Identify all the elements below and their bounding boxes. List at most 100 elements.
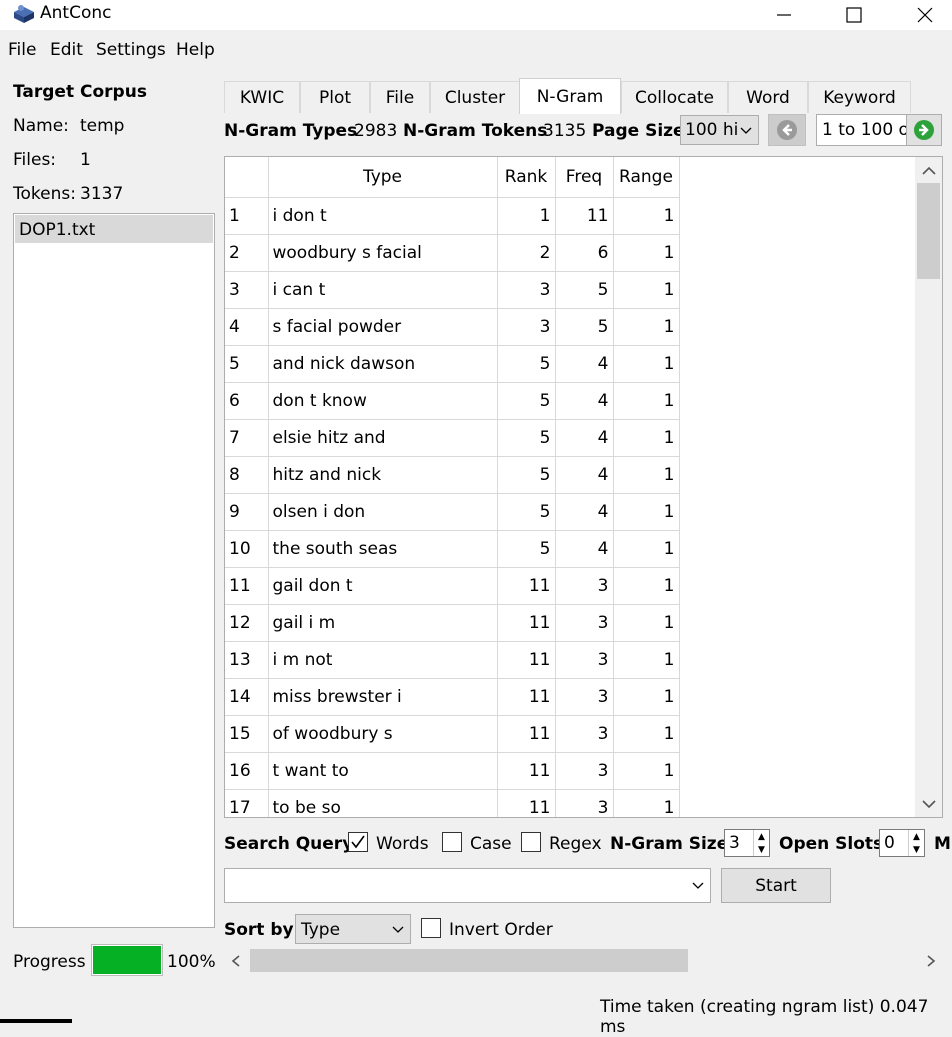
ngram-size-spinner[interactable]: 3 ▲ ▼	[724, 829, 770, 857]
corpus-files-label: Files:	[13, 150, 57, 170]
ngram-rank: 3	[496, 270, 556, 309]
ngram-rank: 5	[496, 529, 556, 568]
spinner-arrows-icon[interactable]: ▲ ▼	[753, 830, 769, 856]
menu-edit[interactable]: Edit	[50, 40, 83, 60]
column-header-range[interactable]: Range	[612, 157, 680, 198]
regex-label: Regex	[549, 834, 602, 854]
tab-keyword[interactable]: Keyword	[808, 81, 911, 113]
row-index: 15	[225, 714, 269, 753]
file-list-item[interactable]: DOP1.txt	[15, 215, 213, 243]
column-header-rank[interactable]: Rank	[496, 157, 556, 198]
chevron-down-icon	[392, 926, 404, 933]
table-row[interactable]: 10 the south seas 5 4 1	[225, 529, 680, 568]
ngram-type: gail don t	[267, 566, 498, 605]
table-row[interactable]: 5 and nick dawson 5 4 1	[225, 344, 680, 383]
table-row[interactable]: 13 i m not 11 3 1	[225, 640, 680, 679]
start-button[interactable]: Start	[721, 868, 831, 903]
tab-plot[interactable]: Plot	[300, 81, 370, 113]
close-button[interactable]	[890, 0, 952, 30]
page-size-select[interactable]: 100 hi	[680, 115, 759, 145]
scroll-down-button[interactable]	[915, 793, 942, 815]
open-slots-label: Open Slots	[779, 834, 884, 854]
page-size-value: 100 hi	[685, 120, 739, 140]
prev-page-button[interactable]	[768, 114, 806, 146]
minimize-button[interactable]	[749, 0, 819, 30]
table-row[interactable]: 11 gail don t 11 3 1	[225, 566, 680, 605]
column-header-freq[interactable]: Freq	[554, 157, 614, 198]
taskbar-edge	[0, 1019, 72, 1023]
tab-word[interactable]: Word	[728, 81, 808, 113]
table-row[interactable]: 15 of woodbury s 11 3 1	[225, 714, 680, 753]
arrow-right-icon	[914, 120, 934, 140]
row-index: 13	[225, 640, 269, 679]
ngram-rank: 5	[496, 455, 556, 494]
ngram-freq: 3	[554, 677, 614, 716]
chevron-right-icon[interactable]	[927, 955, 936, 967]
tab-cluster[interactable]: Cluster	[430, 81, 520, 113]
check-icon	[351, 835, 365, 849]
scroll-up-button[interactable]	[915, 159, 942, 181]
ngram-freq: 4	[554, 381, 614, 420]
corpus-file-list[interactable]: DOP1.txt	[13, 213, 215, 928]
sort-by-select[interactable]: Type	[295, 914, 411, 944]
tab-collocate[interactable]: Collocate	[621, 81, 728, 113]
row-index: 4	[225, 307, 269, 346]
column-header-type[interactable]: Type	[267, 157, 498, 198]
ngram-rank: 5	[496, 492, 556, 531]
table-row[interactable]: 16 t want to 11 3 1	[225, 751, 680, 790]
tab-file[interactable]: File	[370, 81, 430, 113]
ngram-range: 1	[612, 566, 680, 605]
table-row[interactable]: 17 to be so 11 3 1	[225, 788, 680, 817]
page-size-label: Page Size	[592, 121, 685, 141]
regex-checkbox[interactable]	[521, 832, 541, 852]
next-page-button[interactable]	[906, 114, 942, 146]
ngram-range: 1	[612, 270, 680, 309]
words-checkbox[interactable]	[348, 832, 368, 852]
ngram-range: 1	[612, 455, 680, 494]
vertical-scrollbar[interactable]	[915, 157, 942, 817]
table-row[interactable]: 14 miss brewster i 11 3 1	[225, 677, 680, 716]
ngram-range: 1	[612, 788, 680, 817]
menu-settings[interactable]: Settings	[96, 40, 166, 60]
table-row[interactable]: 2 woodbury s facial 2 6 1	[225, 233, 680, 272]
corpus-tokens-label: Tokens:	[13, 184, 76, 204]
horizontal-scroll-thumb[interactable]	[250, 949, 688, 972]
open-slots-spinner[interactable]: 0 ▲ ▼	[879, 829, 925, 857]
table-row[interactable]: 8 hitz and nick 5 4 1	[225, 455, 680, 494]
chevron-left-icon[interactable]	[231, 955, 240, 967]
case-label: Case	[470, 834, 512, 854]
maximize-button[interactable]	[819, 0, 889, 30]
tab-ngram[interactable]: N-Gram	[519, 78, 621, 114]
menu-file[interactable]: File	[8, 40, 36, 60]
spinner-arrows-icon[interactable]: ▲ ▼	[908, 830, 924, 856]
ngram-freq: 4	[554, 455, 614, 494]
table-row[interactable]: 7 elsie hitz and 5 4 1	[225, 418, 680, 457]
ngram-type: gail i m	[267, 603, 498, 642]
menu-help[interactable]: Help	[176, 40, 215, 60]
ngram-freq: 4	[554, 418, 614, 457]
corpus-files-value: 1	[80, 150, 91, 170]
ngram-type: i can t	[267, 270, 498, 309]
ngram-freq: 3	[554, 640, 614, 679]
table-row[interactable]: 6 don t know 5 4 1	[225, 381, 680, 420]
table-row[interactable]: 4s facial powder 3 5 1	[225, 307, 680, 346]
chevron-down-icon	[692, 882, 704, 889]
horizontal-scrollbar[interactable]	[224, 947, 943, 974]
tab-kwic[interactable]: KWIC	[224, 81, 300, 113]
ngram-rank: 11	[496, 677, 556, 716]
case-checkbox[interactable]	[442, 832, 462, 852]
search-query-input[interactable]	[224, 868, 711, 903]
row-index: 12	[225, 603, 269, 642]
table-row[interactable]: 12 gail i m 11 3 1	[225, 603, 680, 642]
vertical-scroll-thumb[interactable]	[917, 183, 940, 279]
ngram-tokens-value: 3135	[543, 121, 587, 141]
page-range-field[interactable]: 1 to 100 o	[816, 114, 908, 146]
antconc-logo-icon	[14, 5, 34, 23]
ngram-freq: 3	[554, 788, 614, 817]
invert-order-checkbox[interactable]	[421, 918, 441, 938]
table-row[interactable]: 3i can t351	[225, 270, 680, 309]
ngram-results-table[interactable]: Type Rank Freq Range 1i don t 1 11 1 2 woodbu…	[224, 156, 943, 818]
table-row[interactable]: 9 olsen i don 5 4 1	[225, 492, 680, 531]
column-header-index[interactable]	[225, 157, 269, 198]
table-row[interactable]: 1i don t 1 11 1	[225, 196, 680, 235]
